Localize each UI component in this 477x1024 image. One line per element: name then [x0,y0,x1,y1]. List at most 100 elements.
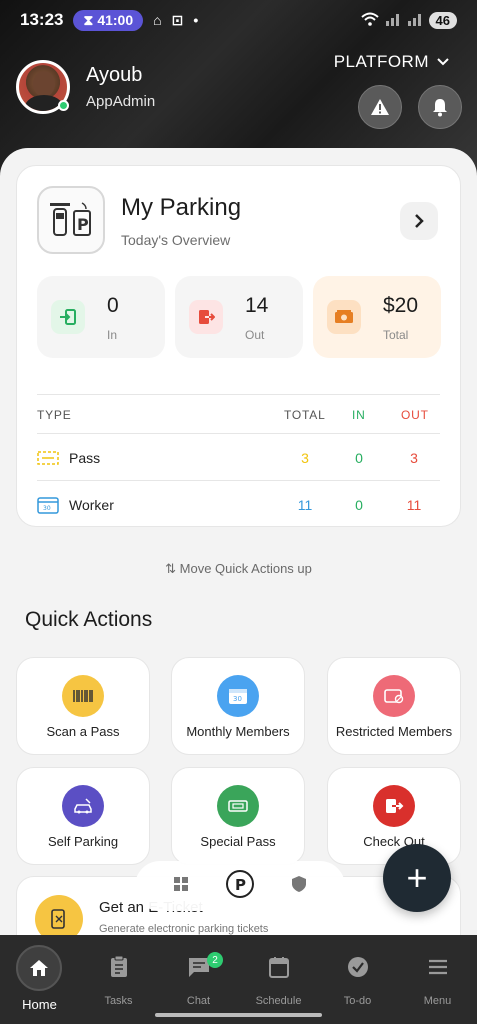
dot-icon: • [193,11,199,28]
parking-mode-icon[interactable]: P [225,869,255,904]
battery-icon: 46 [428,11,457,29]
clipboard-icon [110,955,127,977]
quick-action-scan-pass[interactable]: Scan a Pass [16,657,150,755]
row-worker-out: 11 [406,497,422,513]
enter-icon [51,300,85,334]
nav-label: To-do [343,995,372,1007]
parking-overview-card: P My Parking Today's Overview 0 In 14 Ou… [16,165,461,527]
nav-label: Menu [423,995,452,1007]
signal-icon-2 [407,12,423,29]
stat-in-value: 0 [107,294,119,317]
quick-action-special-pass[interactable]: Special Pass [171,767,305,865]
chevron-right-icon [415,214,424,228]
row-pass-out: 3 [410,450,418,466]
worker-calendar-icon: 30 [37,497,59,514]
svg-text:P: P [235,876,246,894]
signal-icon [385,12,401,29]
nav-schedule[interactable]: Schedule [239,935,318,1024]
nav-menu[interactable]: Menu [398,935,477,1024]
stat-in[interactable]: 0 In [37,276,165,358]
nav-tasks[interactable]: Tasks [79,935,158,1024]
home-app-icon: ⌂ [153,11,162,28]
add-fab-button[interactable]: + [383,844,451,912]
calendar-icon [268,957,289,978]
quick-action-self-parking[interactable]: Self Parking [16,767,150,865]
platform-label: PLATFORM [333,52,429,71]
quick-action-label: Scan a Pass [46,724,120,739]
calendar-icon: 30 [217,675,259,717]
quick-action-label: Restricted Members [335,724,453,739]
status-right: 46 [360,11,457,29]
svg-text:30: 30 [43,505,51,512]
column-header-type: TYPE [37,408,72,422]
row-pass-total: 3 [301,450,309,466]
nav-home[interactable]: Home [0,935,79,1024]
stat-total[interactable]: $20 Total [313,276,441,358]
hamburger-menu-icon [428,959,447,975]
card-title: My Parking [121,194,242,221]
quick-action-label: Self Parking [47,834,119,849]
move-quick-actions-button[interactable]: ⇅ Move Quick Actions up [0,561,477,577]
warning-icon [371,99,389,115]
hourglass-icon: ⧗ [83,11,94,28]
timer-pill: ⧗ 41:00 [73,9,144,31]
scan-app-icon: ⊡ [171,11,184,28]
eticket-subtitle: Generate electronic parking tickets [99,923,269,935]
status-time: 13:23 [20,10,64,29]
security-shield-icon[interactable] [291,875,307,898]
move-hint-text: Move Quick Actions up [179,561,312,576]
row-name-pass: Pass [69,450,101,466]
alert-button[interactable] [358,85,402,129]
quick-action-check-out[interactable]: Check Out [327,767,461,865]
user-name: Ayoub [86,64,143,86]
home-icon [16,945,62,991]
card-subtitle: Today's Overview [121,232,231,248]
column-header-in: IN [352,408,366,422]
row-name-worker: Worker [69,497,114,513]
swap-vertical-icon: ⇅ [165,561,177,576]
svg-text:P: P [77,215,89,234]
timer-text: 41:00 [97,12,134,28]
stat-out-label: Out [245,328,265,342]
stat-in-label: In [107,328,118,342]
stat-out-value: 14 [245,294,269,317]
nav-label: Home [22,997,57,1012]
table-top-divider [37,394,440,395]
barcode-icon [62,675,104,717]
nav-label: Tasks [104,995,133,1007]
gesture-home-bar[interactable] [155,1013,322,1017]
platform-selector[interactable]: PLATFORM [334,52,449,72]
quick-action-label: Special Pass [200,834,276,849]
quick-action-monthly-members[interactable]: 30 Monthly Members [171,657,305,755]
row-pass-in: 0 [355,450,363,466]
table-row-divider [37,480,440,481]
quick-action-restricted-members[interactable]: Restricted Members [327,657,461,755]
column-header-total: TOTAL [284,408,326,422]
chat-unread-badge: 2 [207,952,223,968]
stat-total-value: $20 [383,294,419,317]
exit-icon [189,300,223,334]
plus-icon: + [406,857,428,898]
restricted-card-icon [373,675,415,717]
parking-logo-icon: P [37,186,105,254]
svg-text:30: 30 [233,695,242,703]
column-header-out: OUT [401,408,429,422]
wifi-icon [360,12,379,29]
dashboard-icon[interactable] [173,876,189,897]
nav-label: Schedule [255,995,302,1007]
notifications-button[interactable] [418,85,462,129]
stat-out[interactable]: 14 Out [175,276,303,358]
check-circle-icon [347,957,368,977]
status-bar: 13:23 ⧗ 41:00 ⌂ ⊡ • 46 [0,0,477,40]
quick-action-label: Check Out [363,834,425,849]
mode-switcher: P [135,861,345,911]
nav-todo[interactable]: To-do [318,935,397,1024]
nav-label: Chat [186,995,211,1007]
nav-chat[interactable]: Chat [159,935,238,1024]
open-parking-button[interactable] [400,202,438,240]
row-worker-total: 11 [297,497,313,513]
exit-icon [373,785,415,827]
pass-icon [37,451,59,465]
notification-icons: ⌂ ⊡ • [153,12,198,29]
bell-icon [433,99,447,117]
